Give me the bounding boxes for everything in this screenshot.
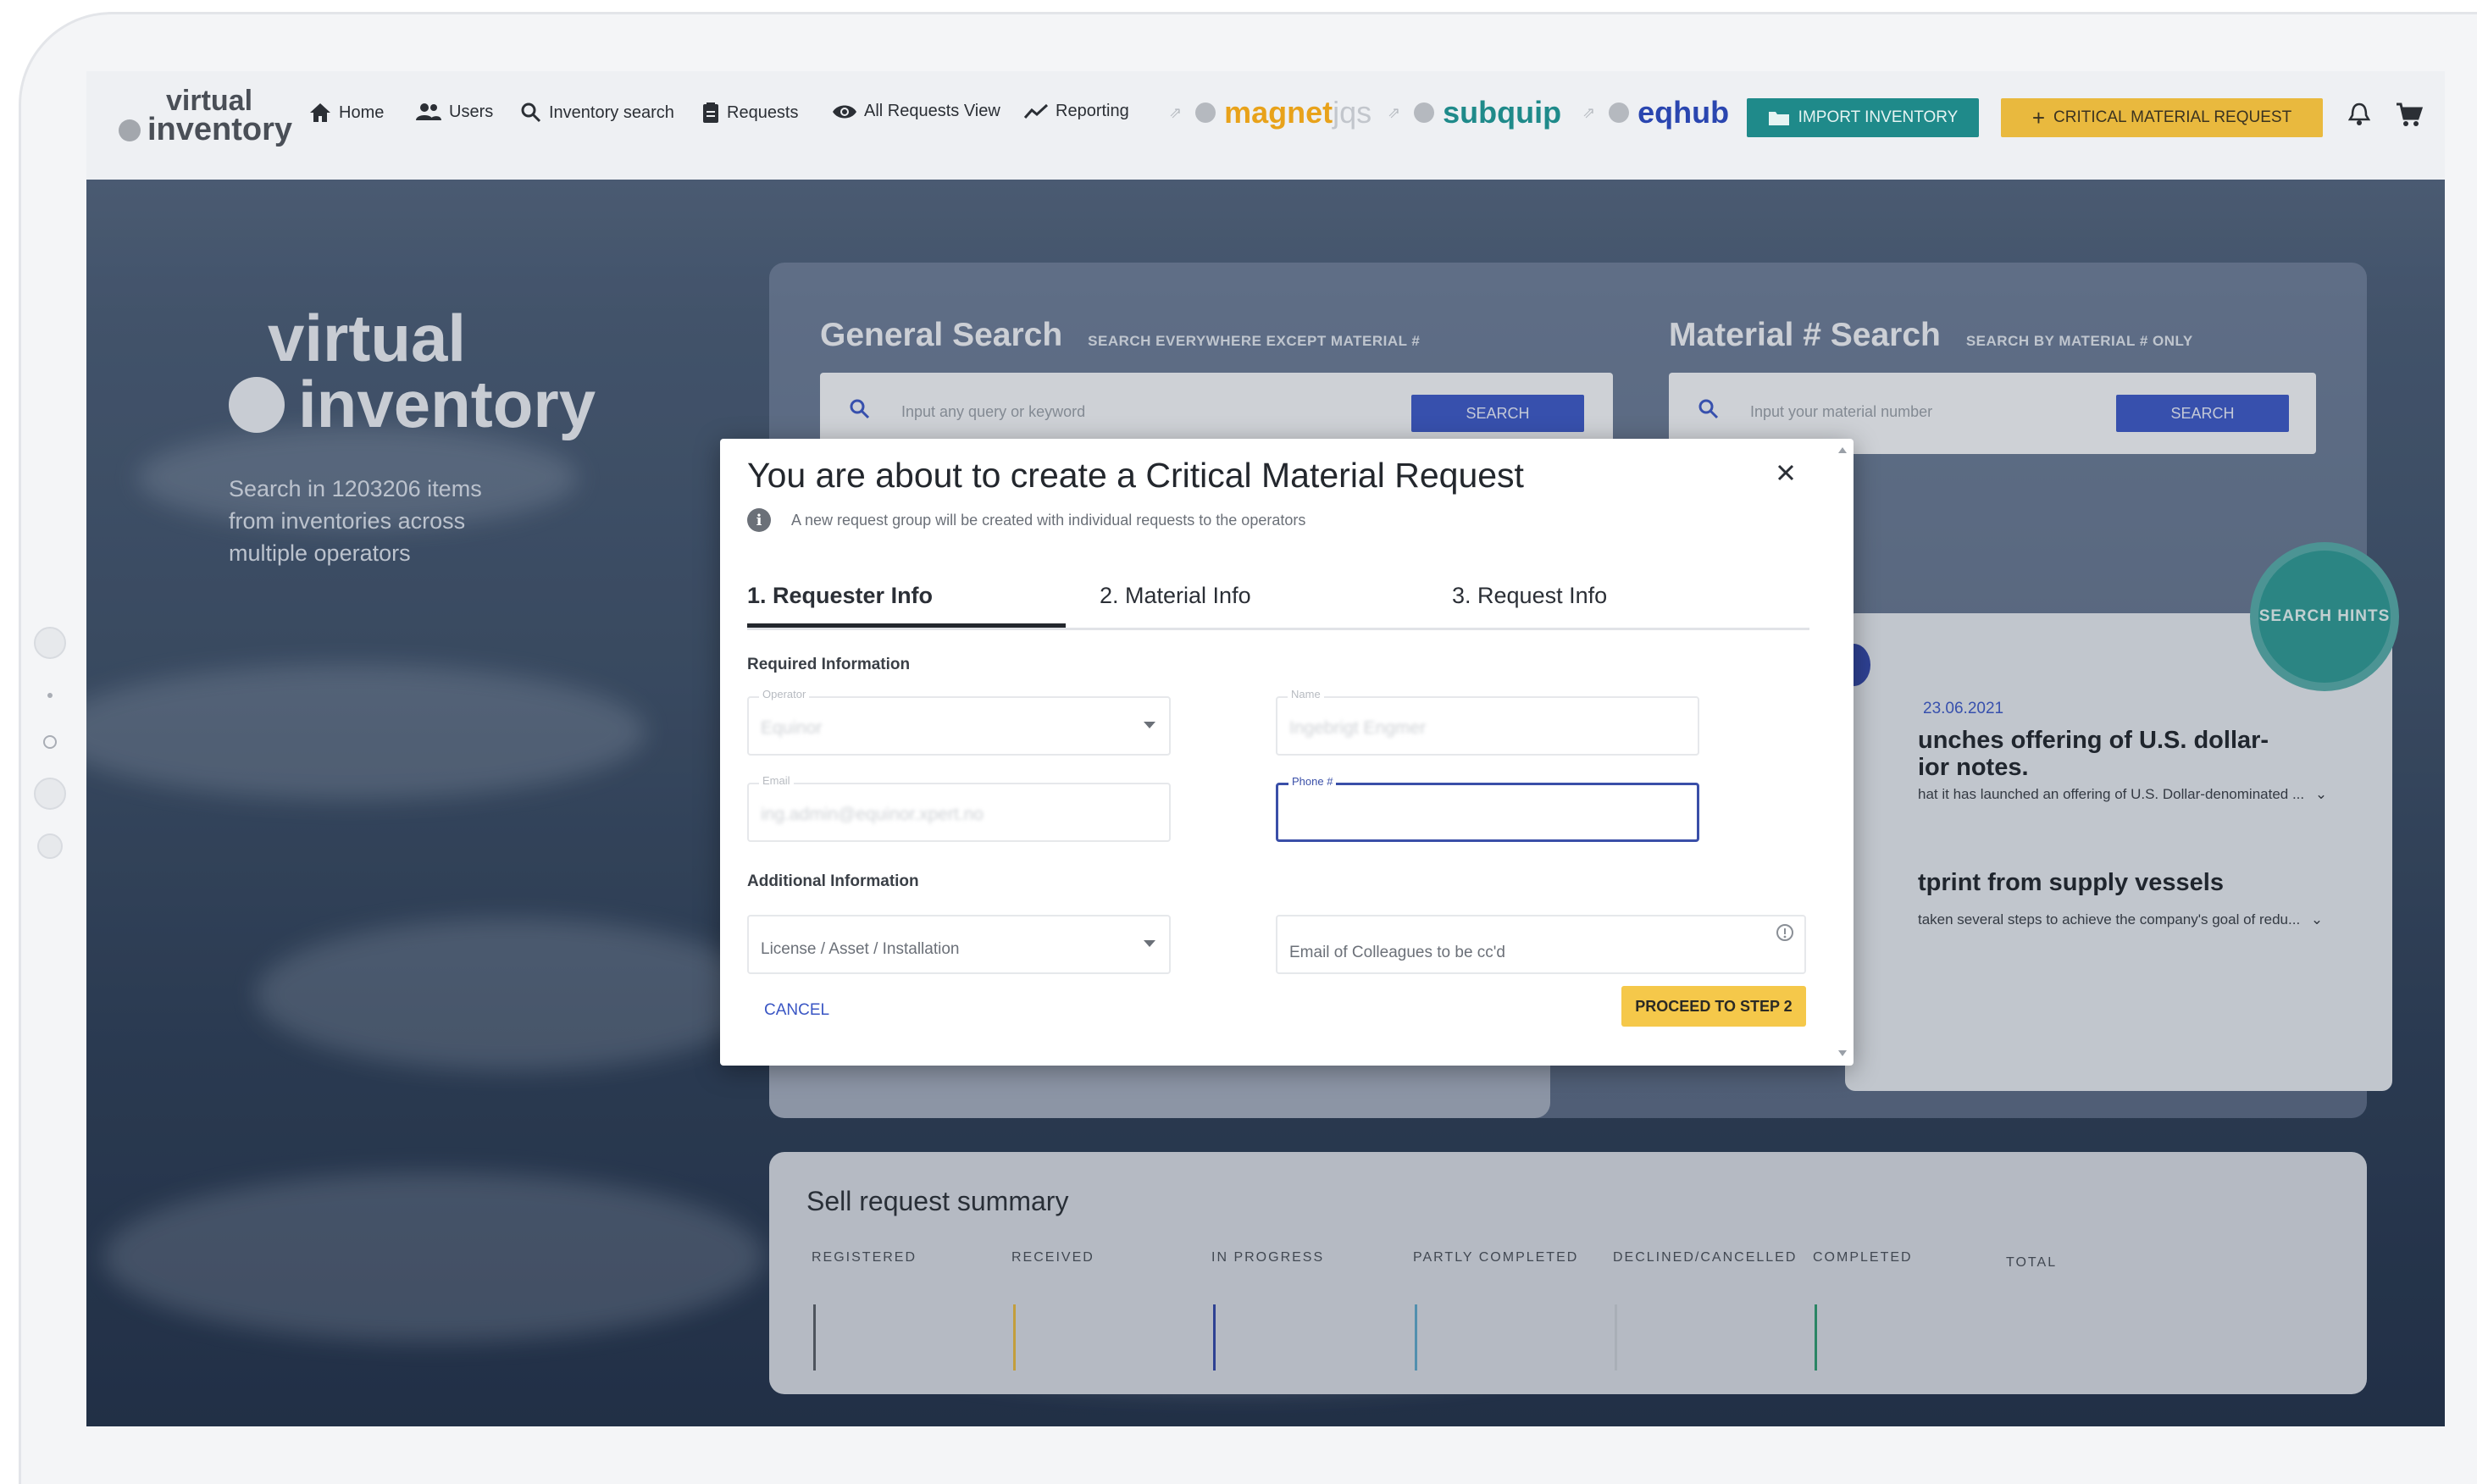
brand-name: magnet [1224,95,1333,130]
users-icon [416,103,441,120]
modal-title: You are about to create a Critical Mater… [747,456,1524,495]
critical-material-request-button[interactable]: + CRITICAL MATERIAL REQUEST [2001,98,2323,137]
cancel-button[interactable]: CANCEL [764,1001,829,1020]
operator-value: Equinor [761,718,823,738]
scroll-down-arrow[interactable] [1838,1050,1847,1056]
brand-name-suffix: jqs [1333,95,1372,130]
nav-users-label: Users [449,102,494,121]
side-button [34,627,66,659]
active-tab-indicator [747,623,1066,628]
name-value: Ingebrigt Engmer [1289,718,1427,738]
app-logo[interactable]: virtual inventory [119,78,292,171]
brand-name: subquip [1443,95,1562,130]
nav-users[interactable]: Users [415,102,493,122]
brand-status-dot [1414,102,1435,123]
import-inventory-button[interactable]: IMPORT INVENTORY [1747,98,1979,137]
logo-text: inventory [147,112,293,147]
brand-status-dot [1609,102,1630,123]
plus-icon: + [2031,104,2045,130]
name-label: Name [1288,688,1324,700]
eye-icon [833,105,856,118]
close-icon[interactable] [1776,462,1796,483]
trend-icon [1023,103,1049,119]
brand-name: eqhub [1637,95,1730,130]
tab-requester-info[interactable]: 1. Requester Info [747,583,933,609]
operator-select[interactable]: Operator Equinor [747,688,1171,756]
modal-note-text: A new request group will be created with… [791,511,1306,529]
brand-status-dot [1195,102,1216,123]
folder-icon [1768,112,1789,125]
phone-label: Phone # [1288,775,1337,788]
modal-note: i A new request group will be created wi… [747,508,1305,532]
nav-inventory-search-label: Inventory search [549,102,674,122]
external-link-icon: ⇗ [1582,103,1596,121]
nav-all-requests-label: All Requests View [864,102,1000,120]
email-value: ing.admin@equinor.xpert.no [761,805,984,824]
side-button [37,833,63,859]
side-indicator [47,693,53,698]
logo-dot-icon [119,119,141,141]
brand-magnetjqs-link[interactable]: ⇗ magnetjqs [1169,95,1371,130]
chevron-down-icon [1144,940,1155,947]
external-link-icon: ⇗ [1169,103,1183,121]
scroll-up-arrow[interactable] [1838,447,1847,453]
help-icon[interactable] [1776,923,1794,942]
additional-info-label: Additional Information [747,872,919,890]
nav-home-label: Home [339,102,385,122]
license-asset-select[interactable]: License / Asset / Installation [747,915,1171,974]
import-inventory-label: IMPORT INVENTORY [1798,108,1959,126]
operator-label: Operator [759,688,810,700]
phone-field[interactable]: Phone # [1276,775,1699,842]
tab-request-info[interactable]: 3. Request Info [1452,583,1607,609]
side-indicator [43,735,57,749]
nav-inventory-search[interactable]: Inventory search [520,102,674,124]
critical-material-request-label: CRITICAL MATERIAL REQUEST [2053,108,2292,126]
nav-requests-label: Requests [727,102,799,122]
app-screen: virtual inventory Home Users Inventory s… [86,71,2445,1426]
chevron-down-icon [1144,722,1155,728]
email-field[interactable]: Email ing.admin@equinor.xpert.no [747,774,1171,842]
home-icon [310,103,330,122]
logo-text-bottom: inventory [119,112,292,148]
nav-reporting-label: Reporting [1056,102,1129,120]
clipboard-icon [703,102,718,123]
cc-email-placeholder: Email of Colleagues to be cc'd [1289,944,1505,961]
proceed-step-2-button[interactable]: PROCEED TO STEP 2 [1621,986,1806,1027]
brand-subquip-link[interactable]: ⇗ subquip [1388,95,1561,130]
tab-material-info[interactable]: 2. Material Info [1100,583,1251,609]
external-link-icon: ⇗ [1388,103,1401,121]
search-icon [521,102,541,123]
cart-icon[interactable] [2396,102,2423,127]
top-navigation-bar: virtual inventory Home Users Inventory s… [86,71,2445,180]
info-icon: i [747,508,771,532]
email-label: Email [759,774,794,787]
side-button [34,778,66,810]
step-tabs: 1. Requester Info 2. Material Info 3. Re… [747,557,1809,630]
license-asset-placeholder: License / Asset / Installation [761,940,960,958]
required-info-label: Required Information [747,656,911,673]
nav-all-requests-view[interactable]: All Requests View [832,102,1000,121]
nav-requests[interactable]: Requests [701,102,799,124]
brand-eqhub-link[interactable]: ⇗ eqhub [1582,95,1729,130]
cc-email-field[interactable]: Email of Colleagues to be cc'd [1276,915,1806,974]
nav-home[interactable]: Home [308,102,384,124]
bell-icon[interactable] [2348,102,2370,127]
nav-reporting[interactable]: Reporting [1023,102,1129,121]
critical-request-modal: You are about to create a Critical Mater… [720,439,1854,1066]
name-field[interactable]: Name Ingebrigt Engmer [1276,688,1699,756]
